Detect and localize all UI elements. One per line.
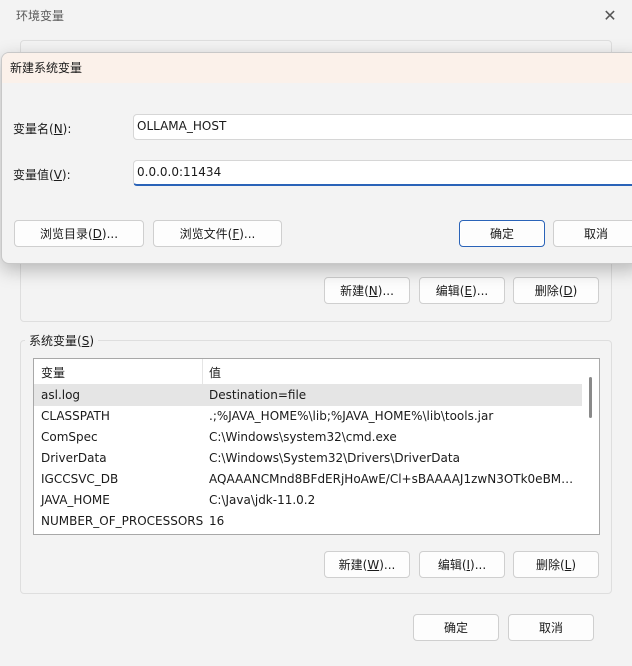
system-delete-key: L (564, 557, 572, 572)
ok-button[interactable]: 确定 (413, 614, 499, 641)
system-delete-label: 删除( (535, 558, 565, 572)
cancel-button[interactable]: 取消 (508, 614, 594, 641)
system-delete-end: ) (571, 557, 577, 572)
row-value: 16 (209, 514, 225, 528)
close-icon[interactable]: ✕ (598, 4, 622, 26)
browse-directory-button[interactable]: 浏览目录(D)... (14, 220, 144, 247)
system-delete-button[interactable]: 删除(L) (513, 551, 599, 578)
row-value: C:\Windows\System32\Drivers\DriverData (209, 451, 460, 465)
dialog-ok-button[interactable]: 确定 (459, 220, 545, 247)
row-name: JAVA_HOME (41, 493, 110, 507)
row-name: ComSpec (41, 430, 98, 444)
dialog-titlebar: 新建系统变量 (2, 53, 632, 83)
browse-directory-end: )... (101, 226, 119, 241)
variable-name-field[interactable]: OLLAMA_HOST (133, 114, 632, 140)
row-value: AQAAANCMnd8BFdERjHoAwE/Cl+sBAAAAJ1zwN3OT… (209, 472, 579, 486)
variable-value-field[interactable]: 0.0.0.0:11434 (133, 160, 632, 186)
system-new-label: 新建( (338, 558, 368, 572)
scrollbar-thumb[interactable] (589, 377, 592, 418)
window-title: 环境变量 (16, 9, 65, 23)
row-name: asl.log (41, 388, 81, 402)
row-name: DriverData (41, 451, 107, 465)
column-divider (202, 359, 203, 384)
variable-value-label-text: 变量值( (13, 168, 54, 182)
system-legend-end: ) (89, 334, 94, 348)
row-value: .;%JAVA_HOME%\lib;%JAVA_HOME%\lib\tools.… (209, 409, 494, 423)
system-new-button[interactable]: 新建(W)... (324, 551, 410, 578)
system-legend-label: 系统变量( (29, 334, 82, 348)
row-value: C:\Java\jdk-11.0.2 (209, 493, 316, 507)
browse-file-label: 浏览文件( (179, 227, 233, 241)
vertical-scrollbar[interactable] (582, 359, 599, 534)
new-system-variable-dialog: 新建系统变量 变量名(N): OLLAMA_HOST 变量值(V): 0.0.0… (1, 52, 632, 264)
variable-name-label: 变量名(N): (13, 120, 71, 137)
browse-file-end: )... (239, 226, 256, 241)
user-delete-button[interactable]: 删除(D) (513, 277, 599, 304)
table-row[interactable]: asl.log Destination=file (34, 385, 582, 406)
table-row[interactable]: CLASSPATH .;%JAVA_HOME%\lib;%JAVA_HOME%\… (34, 406, 582, 427)
row-name: IGCCSVC_DB (41, 472, 119, 486)
variable-name-label-text: 变量名( (13, 122, 54, 136)
table-row[interactable]: ComSpec C:\Windows\system32\cmd.exe (34, 427, 582, 448)
user-edit-button[interactable]: 编辑(E)... (419, 277, 505, 304)
user-new-label: 新建( (340, 284, 369, 298)
system-variables-legend: 系统变量(S) (25, 332, 98, 349)
variable-name-label-end: ): (62, 122, 72, 136)
browse-directory-key: D (92, 226, 102, 241)
user-new-end: )... (377, 283, 394, 298)
user-edit-key: E (464, 283, 473, 298)
system-new-end: )... (379, 557, 396, 572)
list-header: 变量 值 (34, 359, 582, 385)
browse-directory-label: 浏览目录( (39, 227, 93, 241)
variable-name-label-key: N (53, 122, 63, 136)
system-variables-list[interactable]: 变量 值 asl.log Destination=file CLASSPATH … (33, 358, 600, 535)
row-name: NUMBER_OF_PROCESSORS (41, 514, 204, 528)
user-delete-label: 删除( (534, 284, 564, 298)
system-edit-label: 编辑( (437, 558, 467, 572)
row-name: CLASSPATH (41, 409, 110, 423)
table-row[interactable]: DriverData C:\Windows\System32\Drivers\D… (34, 448, 582, 469)
dialog-title: 新建系统变量 (10, 61, 83, 75)
user-edit-end: )... (472, 283, 489, 298)
variable-value-label-key: V (53, 168, 62, 182)
browse-file-button[interactable]: 浏览文件(F)... (153, 220, 282, 247)
table-row[interactable]: NUMBER_OF_PROCESSORS 16 (34, 511, 582, 532)
user-delete-key: D (563, 283, 573, 298)
system-edit-button[interactable]: 编辑(I)... (419, 551, 505, 578)
user-edit-label: 编辑( (435, 284, 465, 298)
table-row[interactable]: IGCCSVC_DB AQAAANCMnd8BFdERjHoAwE/Cl+sBA… (34, 469, 582, 490)
system-edit-end: )... (470, 557, 487, 572)
column-header-value[interactable]: 值 (209, 364, 221, 381)
browse-file-key: F (232, 226, 240, 241)
column-header-name[interactable]: 变量 (41, 364, 65, 381)
user-delete-end: ) (572, 283, 578, 298)
variable-value-label-end: ): (61, 168, 71, 182)
user-new-key: N (368, 283, 378, 298)
row-value: C:\Windows\system32\cmd.exe (209, 430, 397, 444)
row-value: Destination=file (209, 388, 307, 402)
variable-value-label: 变量值(V): (13, 166, 71, 183)
table-row[interactable]: JAVA_HOME C:\Java\jdk-11.0.2 (34, 490, 582, 511)
system-new-key: W (367, 557, 380, 572)
dialog-cancel-button[interactable]: 取消 (553, 220, 632, 247)
user-new-button[interactable]: 新建(N)... (324, 277, 410, 304)
